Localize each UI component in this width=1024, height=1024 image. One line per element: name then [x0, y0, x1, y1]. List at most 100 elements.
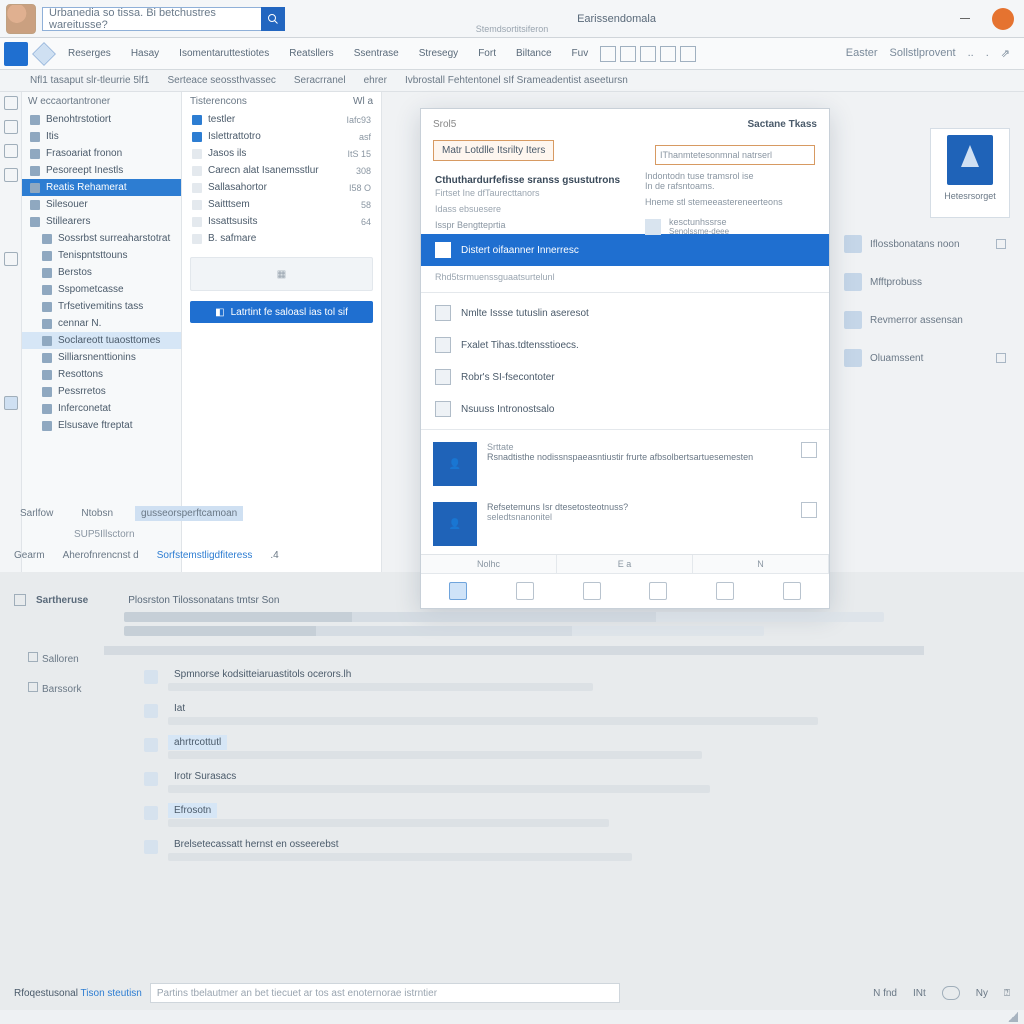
nav-item[interactable]: Silliarsnenttionins — [22, 349, 181, 366]
nav-item[interactable]: Inferconetat — [22, 400, 181, 417]
rail-icon-6[interactable] — [4, 396, 18, 410]
nav-item[interactable]: Trfsetivemitins tass — [22, 298, 181, 315]
nav-item[interactable]: Tenispntsttouns — [22, 247, 181, 264]
app-launcher-icon[interactable] — [4, 42, 28, 66]
ribbon-tab-6[interactable]: Fort — [470, 44, 504, 63]
bottom-r1[interactable]: N fnd — [873, 988, 897, 999]
bottom-r2[interactable]: INt — [913, 988, 926, 999]
nav-item[interactable]: Sossrbst surreaharstotrat — [22, 230, 181, 247]
ribbon-tab-8[interactable]: Fuv — [564, 44, 597, 63]
list-row[interactable]: testlerIafc93 — [182, 111, 381, 128]
subtab-e[interactable]: Ivbrostall Fehtentonel sIf Srameadentist… — [405, 75, 628, 86]
ribbon-icon-a[interactable] — [600, 46, 616, 62]
subtab-b[interactable]: Serteace seossthvassec — [168, 75, 276, 86]
dialog-option[interactable]: Nmlte Issse tutuslin aseresot — [421, 297, 829, 329]
dialog-search-input[interactable]: IThanmtetesonmnal natrserl — [655, 145, 815, 165]
rail-icon-3[interactable] — [4, 144, 18, 158]
list-action-button[interactable]: ◧ Latrtint fe saloasl ias tol sif — [190, 301, 373, 323]
crumb-0[interactable]: Aherofnrencnst d — [63, 550, 139, 561]
ribbon-right-2[interactable]: .. — [968, 47, 974, 60]
nav-item[interactable]: Benohtrstotiort — [22, 111, 181, 128]
rail-icon-1[interactable] — [4, 96, 18, 110]
list-row[interactable]: Jasos ilsItS 15 — [182, 145, 381, 162]
ribbon-right-3[interactable]: . — [986, 47, 989, 60]
ribbon-tab-2[interactable]: Isomentaruttestiotes — [171, 44, 277, 63]
ribbon-icon-e[interactable] — [680, 46, 696, 62]
list-row[interactable]: SallasahortorI58 O — [182, 179, 381, 196]
nav-item[interactable]: cennar N. — [22, 315, 181, 332]
ribbon-icon-d[interactable] — [660, 46, 676, 62]
cloud-icon[interactable] — [942, 986, 960, 1000]
doc-item[interactable]: Iat — [114, 697, 1010, 731]
dialog-option[interactable]: Fxalet Tihas.tdtensstioecs. — [421, 329, 829, 361]
dialog-person-row[interactable]: 👤SrttateRsnadtisthe nodissnspaeasntiusti… — [421, 434, 829, 494]
nav-item[interactable]: Pessrretos — [22, 383, 181, 400]
midtab-0[interactable]: Sarlfow — [14, 506, 59, 521]
list-row[interactable]: Saitttsem58 — [182, 196, 381, 213]
ribbon-tab-5[interactable]: Stresegy — [411, 44, 466, 63]
ribbon-tab-3[interactable]: Reatsllers — [281, 44, 341, 63]
nav-item[interactable]: Stillearers — [22, 213, 181, 230]
midtab-1[interactable]: Ntobsn — [75, 506, 119, 521]
right-list-row[interactable]: Iflossbonatans noon — [840, 225, 1010, 263]
ribbon-tab-1[interactable]: Hasay — [123, 44, 167, 63]
nav-item[interactable]: Elsusave ftreptat — [22, 417, 181, 434]
subtab-a[interactable]: Nfl1 tasaput slr-tleurrie 5lf1 — [30, 75, 150, 86]
nav-item[interactable]: Frasoariat fronon — [22, 145, 181, 162]
list-row[interactable]: Carecn alat Isanemsstlur308 — [182, 162, 381, 179]
bottom-input[interactable]: Partins tbelautmer an bet tiecuet ar tos… — [150, 983, 620, 1003]
rail-icon-5[interactable] — [4, 252, 18, 266]
right-list-row[interactable]: Revmerror assensan — [840, 301, 1010, 339]
list-row[interactable]: Issattsusits64 — [182, 213, 381, 230]
ribbon-diamond-icon[interactable] — [32, 42, 56, 66]
subtab-d[interactable]: ehrer — [364, 75, 387, 86]
nav-item[interactable]: Berstos — [22, 264, 181, 281]
list-preview-card[interactable]: ▦ — [190, 257, 373, 291]
dialog-chip[interactable]: Matr Lotdlle Itsrilty Iters — [433, 140, 554, 161]
ribbon-tab-7[interactable]: Biltance — [508, 44, 560, 63]
ribbon-tab-4[interactable]: Ssentrase — [346, 44, 407, 63]
ribbon-icon-b[interactable] — [620, 46, 636, 62]
minimize-button[interactable] — [948, 0, 982, 38]
crumb-2[interactable]: .4 — [270, 550, 278, 561]
doc-side-1[interactable]: Salloren — [42, 654, 79, 665]
search-button[interactable] — [261, 7, 285, 31]
ribbon-link-icon[interactable]: ⇗ — [1001, 47, 1010, 60]
right-preview-card[interactable]: Hetesrsorget — [930, 128, 1010, 218]
doc-item[interactable]: ahrtrcottutl — [114, 731, 1010, 765]
resize-grip-icon[interactable] — [1008, 1012, 1018, 1022]
nav-item[interactable]: Sspometcasse — [22, 281, 181, 298]
nav-item[interactable]: Silesouer — [22, 196, 181, 213]
nav-item[interactable]: Itis — [22, 128, 181, 145]
doc-side-2[interactable]: Barssork — [42, 684, 81, 695]
rail-icon-4[interactable] — [4, 168, 18, 182]
bottom-r3[interactable]: Ny — [976, 988, 988, 999]
user-avatar-dot[interactable] — [992, 8, 1014, 30]
right-list-row[interactable]: Mfftprobuss — [840, 263, 1010, 301]
ribbon-tab-0[interactable]: Reserges — [60, 44, 119, 63]
midtab-2[interactable]: gusseorsperftcamoan — [135, 506, 243, 521]
row-toggle-icon[interactable] — [996, 239, 1006, 249]
doc-item[interactable]: Irotr Surasacs — [114, 765, 1010, 799]
subtab-c[interactable]: Seracrranel — [294, 75, 346, 86]
dialog-option[interactable]: Robr's SI-fsecontoter — [421, 361, 829, 393]
nav-item[interactable]: Resottons — [22, 366, 181, 383]
rail-icon-2[interactable] — [4, 120, 18, 134]
doc-item[interactable]: Brelsetecassatt hernst en osseerebst — [114, 833, 1010, 867]
doc-item[interactable]: Efrosotn — [114, 799, 1010, 833]
list-row[interactable]: B. safmare — [182, 230, 381, 247]
dialog-option-selected[interactable]: Distert oifaanner Innerresc — [421, 234, 829, 266]
nav-item[interactable]: Reatis Rehamerat — [22, 179, 181, 196]
person-action-icon[interactable] — [801, 442, 817, 458]
nav-item[interactable]: Soclareott tuaosttomes — [22, 332, 181, 349]
doc-item[interactable]: Spmnorse kodsitteiaruastitols ocerors.lh — [114, 663, 1010, 697]
ribbon-icon-c[interactable] — [640, 46, 656, 62]
ribbon-right-0[interactable]: Easter — [846, 47, 878, 60]
list-row[interactable]: Islettrattotroasf — [182, 128, 381, 145]
ribbon-right-1[interactable]: Sollstlprovent — [890, 47, 956, 60]
avatar[interactable] — [6, 4, 36, 34]
dialog-option[interactable]: Nsuuss Intronostsalo — [421, 393, 829, 425]
row-toggle-icon[interactable] — [996, 353, 1006, 363]
bottom-help-icon[interactable]: ⍰ — [1004, 988, 1010, 999]
search-input[interactable]: Urbanedia so tissa. Bi betchustres warei… — [42, 7, 262, 31]
